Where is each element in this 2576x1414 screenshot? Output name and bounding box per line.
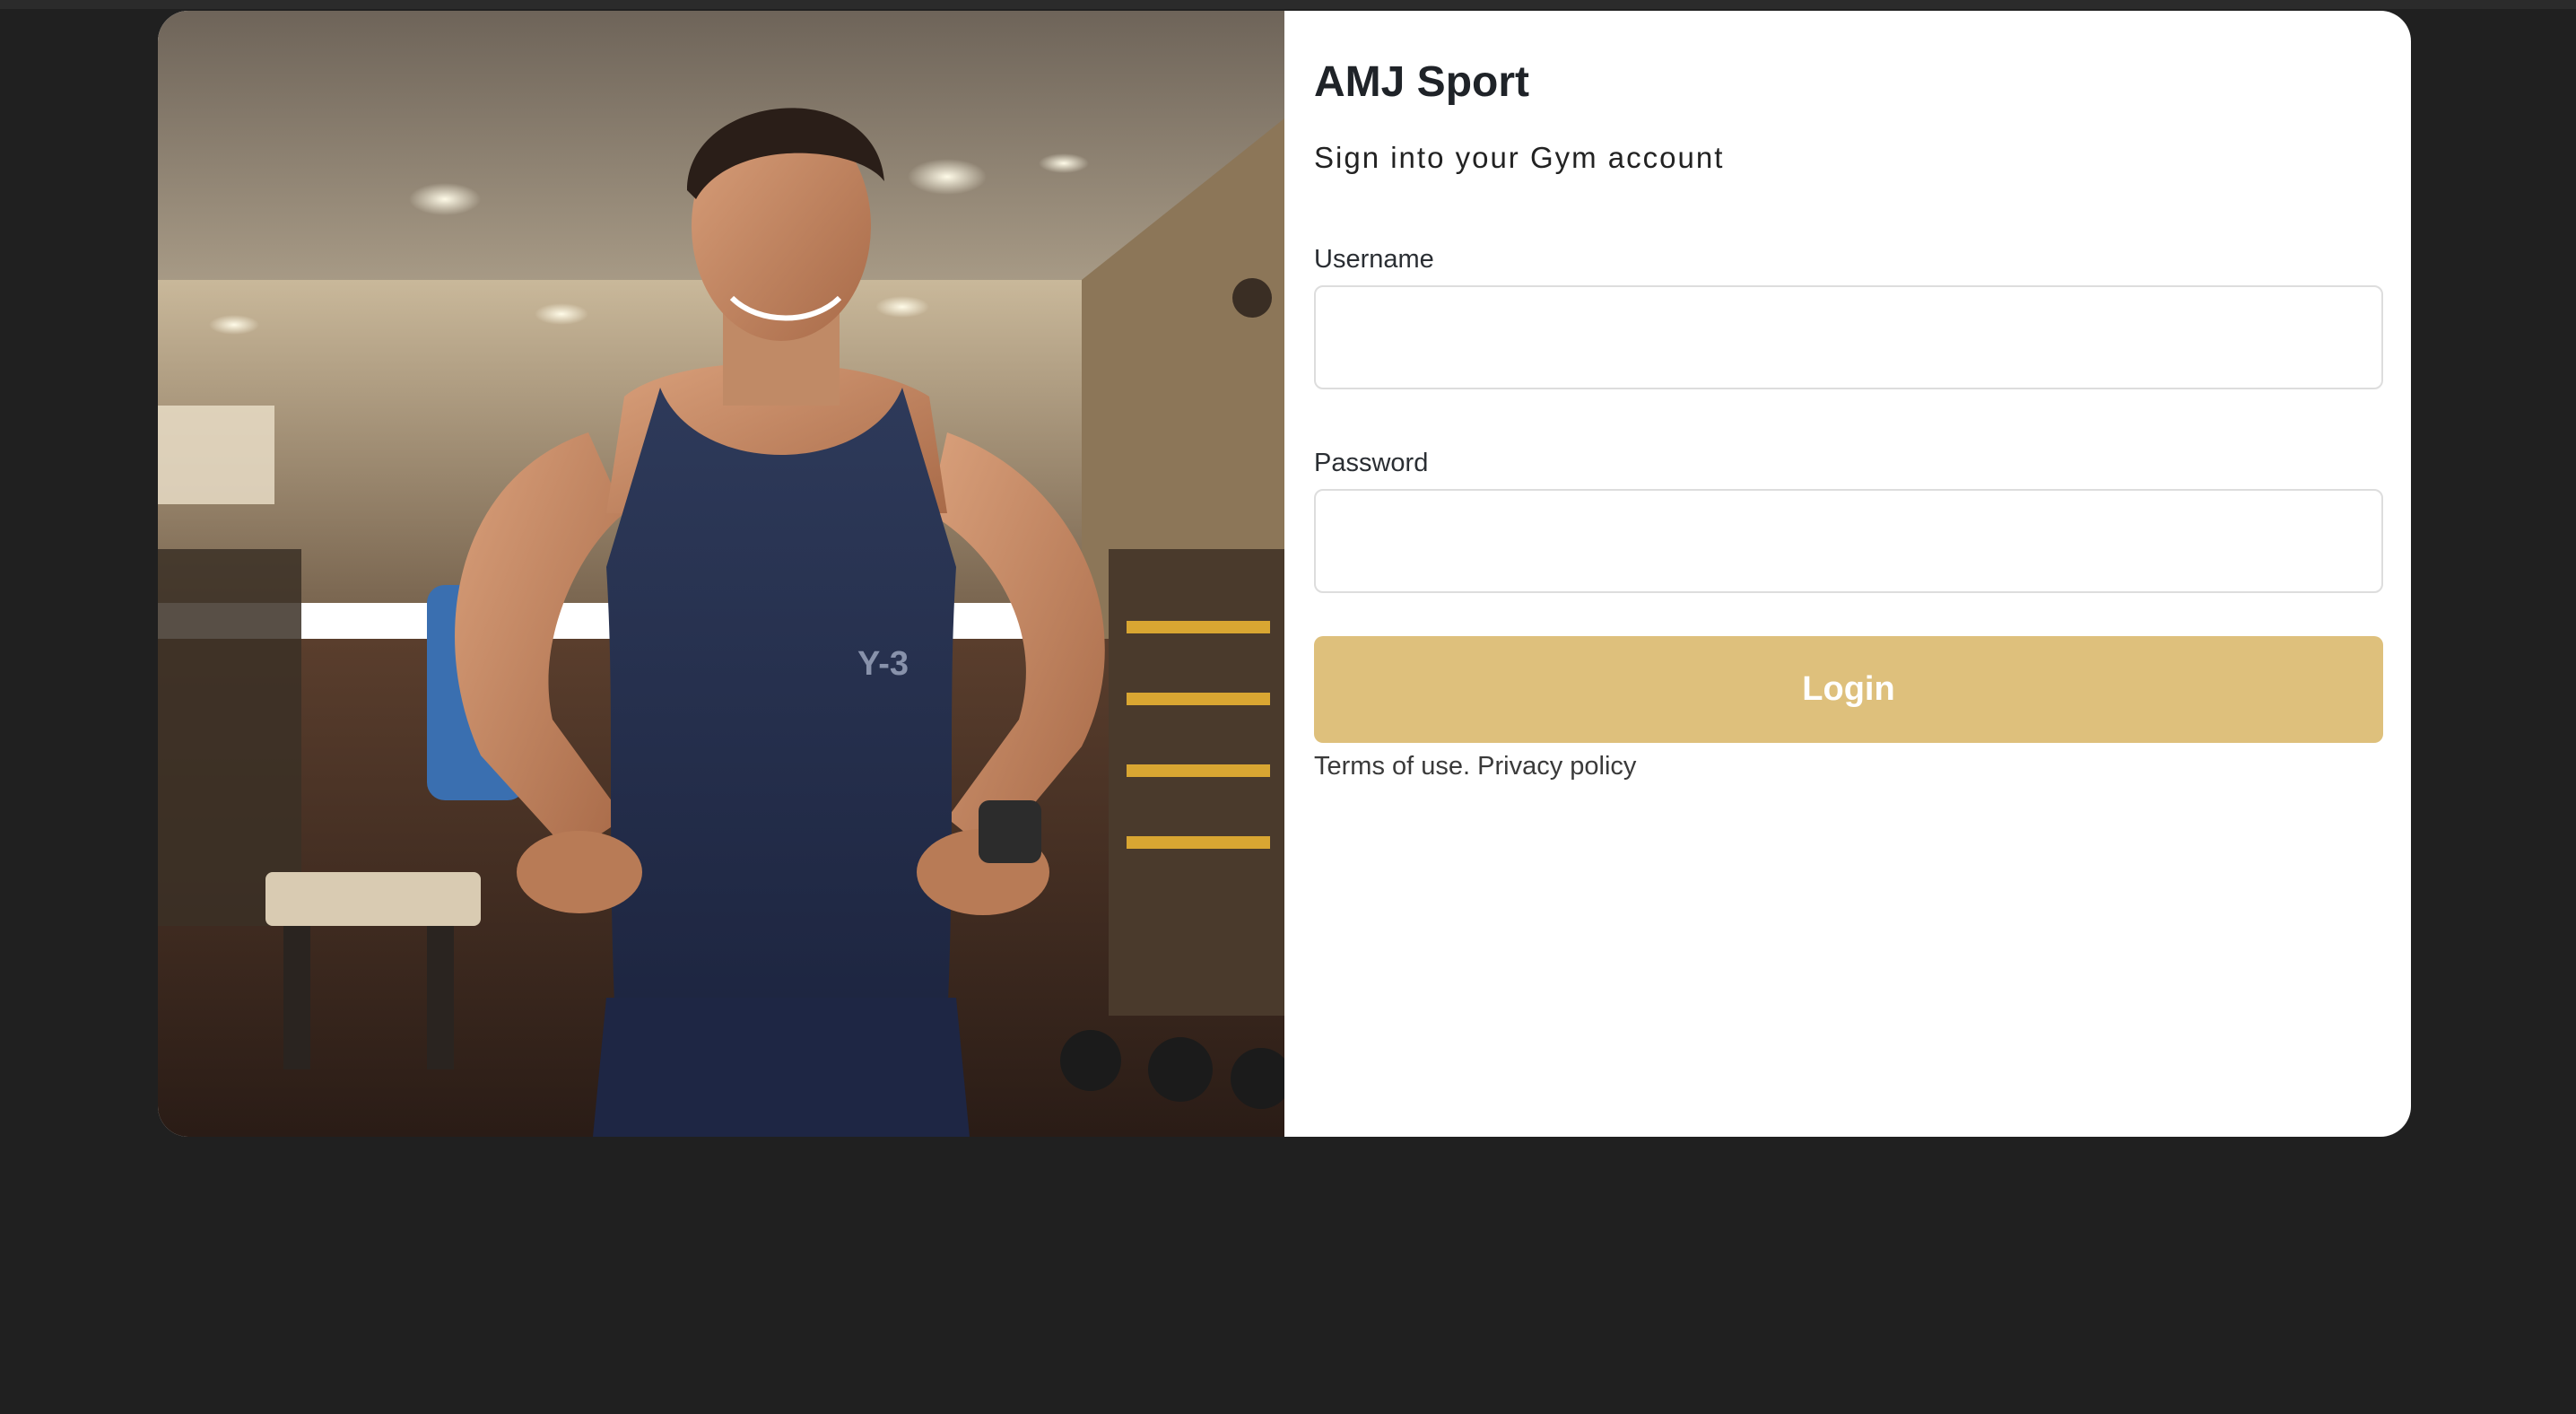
username-input[interactable] [1314, 285, 2383, 389]
login-form-panel: AMJ Sport Sign into your Gym account Use… [1284, 11, 2411, 1137]
gym-hero-photo: Y-3 [158, 11, 1284, 1137]
password-label: Password [1314, 449, 1429, 477]
password-input[interactable] [1314, 489, 2383, 593]
svg-text:Y-3: Y-3 [857, 645, 909, 683]
username-label: Username [1314, 245, 1434, 274]
window-top-strip [0, 0, 2576, 9]
terms-of-use-link[interactable]: Terms of use. [1314, 752, 1470, 781]
privacy-policy-link[interactable]: Privacy policy [1477, 752, 1636, 781]
form-subtitle: Sign into your Gym account [1314, 141, 1725, 174]
login-button[interactable]: Login [1314, 636, 2383, 743]
brand-title: AMJ Sport [1314, 58, 1529, 106]
legal-links: Terms of use. Privacy policy [1314, 752, 2383, 781]
login-card: Y-3 AMJ Sport Sign into your Gym account… [158, 11, 2411, 1137]
